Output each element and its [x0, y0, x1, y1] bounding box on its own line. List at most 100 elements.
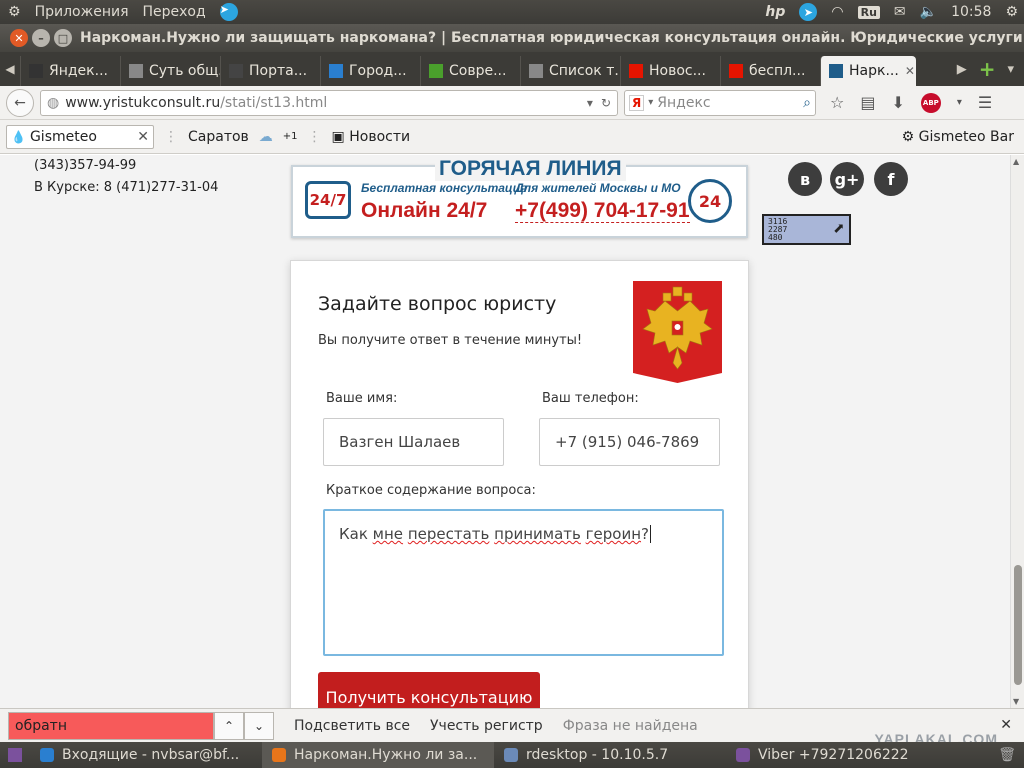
- text-cursor: [649, 525, 651, 543]
- hotline-banner[interactable]: ГОРЯЧАЯ ЛИНИЯ 24/7 Бесплатная консультац…: [291, 157, 748, 238]
- news-bookmark[interactable]: ▣ Новости: [332, 129, 411, 145]
- tab-strip: ◀ Яндек... Суть общ... Порта... Город... Сов…: [0, 52, 1024, 86]
- tab-label: Нарк...: [849, 63, 899, 79]
- wifi-icon[interactable]: ◠: [831, 4, 843, 20]
- tab-scroll-left-icon[interactable]: ◀: [0, 52, 20, 86]
- volume-icon[interactable]: 🔈: [920, 4, 937, 20]
- taskbar-item[interactable]: Входящие - nvbsar@bf...: [30, 742, 262, 768]
- free-consultation-label: Бесплатная консультация: [361, 181, 528, 195]
- search-bar[interactable]: Я ▾ Яндекс ⌕: [624, 89, 816, 116]
- browser-tab[interactable]: Яндек...: [20, 56, 120, 86]
- window-close-button[interactable]: ✕: [10, 29, 28, 47]
- yandex-logo-icon[interactable]: Я: [629, 94, 645, 111]
- browser-tab[interactable]: Порта...: [220, 56, 320, 86]
- find-next-button[interactable]: ⌄: [244, 711, 274, 740]
- search-engine-dropdown-icon[interactable]: ▾: [648, 97, 653, 108]
- browser-tab[interactable]: Город...: [320, 56, 420, 86]
- tab-favicon-icon: [729, 64, 743, 78]
- window-maximize-button[interactable]: □: [54, 29, 72, 47]
- window-minimize-button[interactable]: –: [32, 29, 50, 47]
- browser-tab[interactable]: Суть общ...: [120, 56, 220, 86]
- browser-tab[interactable]: Совре...: [420, 56, 520, 86]
- scroll-down-icon[interactable]: ▼: [1013, 697, 1019, 706]
- adblock-dropdown-icon[interactable]: ▾: [957, 97, 962, 108]
- find-status: Фраза не найдена: [562, 717, 698, 734]
- find-close-icon[interactable]: ✕: [1000, 717, 1012, 733]
- trash-icon[interactable]: 🗑: [998, 747, 1024, 763]
- telegram-icon[interactable]: ➤: [219, 3, 238, 21]
- hotline-title: ГОРЯЧАЯ ЛИНИЯ: [435, 157, 626, 181]
- tab-favicon-icon: [229, 64, 243, 78]
- back-button[interactable]: ←: [6, 88, 34, 117]
- find-previous-button[interactable]: ⌃: [214, 711, 244, 740]
- tab-favicon-icon: [29, 64, 43, 78]
- visitor-counter[interactable]: 3116 2287 480 ⬈: [762, 214, 851, 245]
- bookmark-star-icon[interactable]: ☆: [830, 93, 844, 112]
- online-label: Онлайн 24/7: [361, 199, 488, 222]
- tab-scroll-right-icon[interactable]: ▶: [957, 62, 967, 77]
- highlight-all-toggle[interactable]: Подсветить все: [294, 718, 410, 734]
- window-title: Наркоман.Нужно ли защищать наркомана? | …: [80, 30, 1024, 46]
- google-plus-icon[interactable]: g+: [830, 162, 864, 196]
- vk-icon[interactable]: в: [788, 162, 822, 196]
- url-history-dropdown-icon[interactable]: ▾: [587, 96, 593, 110]
- menu-applications[interactable]: Приложения: [35, 4, 129, 20]
- keyboard-layout-indicator[interactable]: Ru: [857, 5, 880, 19]
- name-input[interactable]: Вазген Шалаев: [323, 418, 504, 466]
- browser-tab[interactable]: Список т...: [520, 56, 620, 86]
- clock[interactable]: 10:58: [951, 4, 991, 20]
- reading-list-icon[interactable]: ▤: [860, 93, 875, 112]
- taskbar-item[interactable]: Наркоман.Нужно ли за...: [262, 742, 494, 768]
- browser-tab[interactable]: Нарк... ✕: [820, 56, 916, 86]
- url-host: www.yristukconsult.ru: [65, 94, 221, 111]
- tab-label: Город...: [349, 63, 407, 79]
- mail-icon[interactable]: ✉: [894, 4, 906, 20]
- menu-go[interactable]: Переход: [143, 4, 206, 20]
- weather-temp: +1: [282, 131, 298, 142]
- tab-favicon-icon: [629, 64, 643, 78]
- show-desktop-icon[interactable]: [8, 748, 22, 762]
- browser-tab[interactable]: Новос...: [620, 56, 720, 86]
- find-input[interactable]: обратн: [8, 711, 214, 740]
- match-case-toggle[interactable]: Учесть регистр: [430, 718, 543, 734]
- weather-city[interactable]: Саратов: [188, 129, 249, 145]
- phone-input[interactable]: +7 (915) 046-7869: [539, 418, 720, 466]
- search-input[interactable]: Яндекс: [657, 95, 710, 111]
- tab-label: беспл...: [749, 63, 806, 79]
- gismeteo-search-field[interactable]: 💧 Gismeteo ✕: [6, 124, 154, 149]
- tab-favicon-icon: [429, 64, 443, 78]
- hotline-phone-link[interactable]: +7(499) 704-17-91: [515, 199, 690, 223]
- tab-list-dropdown-icon[interactable]: ▾: [1007, 62, 1014, 77]
- tab-close-icon[interactable]: ✕: [905, 64, 915, 78]
- get-consultation-button[interactable]: Получить консультацию: [318, 672, 540, 708]
- weather-cloud-icon: ☁: [258, 128, 273, 145]
- system-gear-icon[interactable]: ⚙: [8, 4, 21, 20]
- separator-icon: ⋮: [307, 128, 322, 145]
- gismeteo-bar-button[interactable]: ⚙ Gismeteo Bar: [902, 129, 1018, 145]
- tab-favicon-icon: [529, 64, 543, 78]
- new-tab-plus-icon[interactable]: +: [979, 57, 996, 81]
- taskbar-item[interactable]: rdesktop - 10.10.5.7: [494, 742, 726, 768]
- gismeteo-label: Gismeteo: [29, 128, 97, 145]
- menu-hamburger-icon[interactable]: ☰: [978, 93, 992, 112]
- question-textarea[interactable]: Как мне перестать принимать героин?: [323, 509, 724, 656]
- power-icon[interactable]: ⚙: [1005, 4, 1018, 20]
- telegram-tray-icon[interactable]: ➤: [799, 3, 818, 21]
- clear-icon[interactable]: ✕: [137, 129, 149, 145]
- scroll-up-icon[interactable]: ▲: [1013, 157, 1019, 166]
- hp-icon[interactable]: hp: [765, 4, 785, 20]
- window-title-bar: ✕ – □ Наркоман.Нужно ли защищать наркома…: [0, 24, 1024, 52]
- adblock-plus-icon[interactable]: ABP: [920, 92, 941, 113]
- app-icon: [40, 748, 54, 762]
- page-scrollbar[interactable]: ▲ ▼: [1010, 155, 1024, 708]
- scroll-thumb[interactable]: [1014, 565, 1022, 685]
- taskbar-item[interactable]: Viber +79271206222: [726, 742, 958, 768]
- app-icon: [272, 748, 286, 762]
- search-magnifier-icon[interactable]: ⌕: [803, 95, 811, 111]
- download-icon[interactable]: ⬇: [891, 93, 904, 112]
- browser-tab[interactable]: беспл...: [720, 56, 820, 86]
- gear-icon: ⚙: [901, 128, 915, 145]
- facebook-icon[interactable]: f: [874, 162, 908, 196]
- url-bar[interactable]: ◍ www.yristukconsult.ru/stati/st13.html …: [40, 89, 618, 116]
- reload-icon[interactable]: ↻: [601, 96, 611, 110]
